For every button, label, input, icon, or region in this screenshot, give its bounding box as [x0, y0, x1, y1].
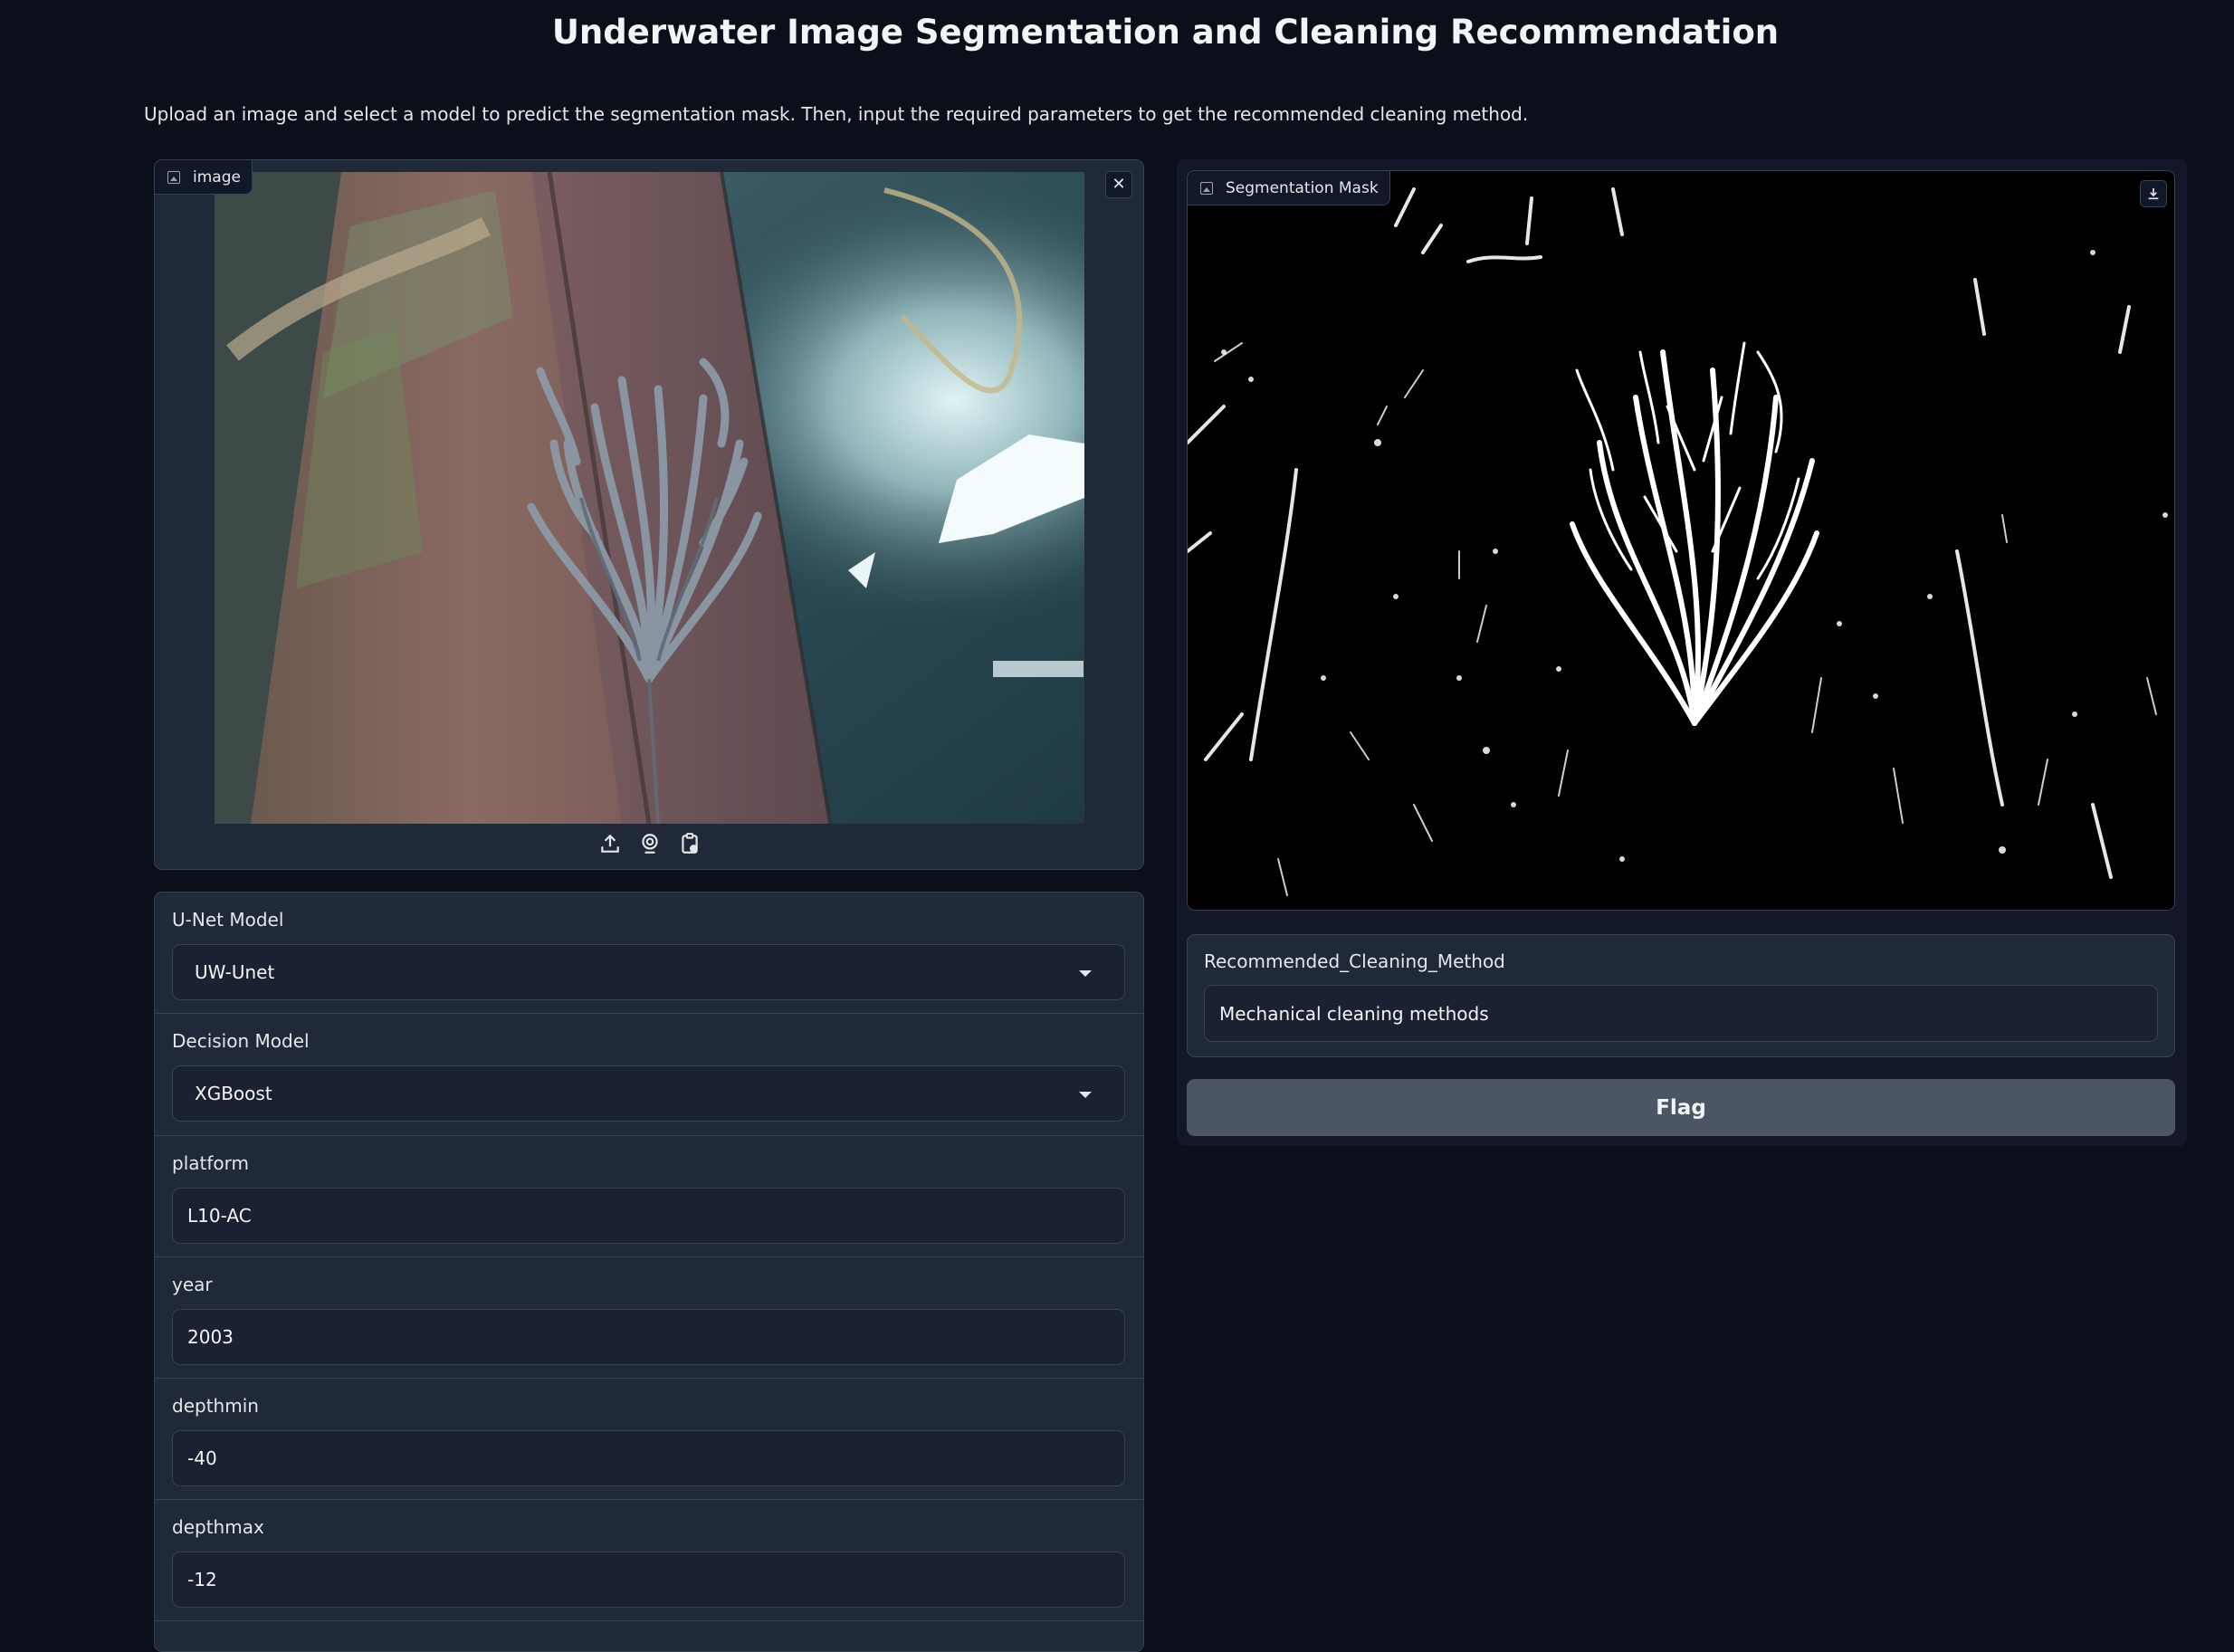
- unet-model-dropdown[interactable]: UW-Unet: [172, 944, 1125, 1000]
- clipboard-icon: [682, 833, 698, 854]
- depthmin-input[interactable]: -40: [172, 1430, 1125, 1486]
- page-description: Upload an image and select a model to pr…: [144, 103, 1529, 125]
- depthmax-input[interactable]: -12: [172, 1552, 1125, 1608]
- mask-output-label-text: Segmentation Mask: [1226, 178, 1379, 197]
- image-icon: [1200, 181, 1213, 195]
- depthmin-label: depthmin: [172, 1395, 259, 1417]
- page-title: Underwater Image Segmentation and Cleani…: [551, 13, 1780, 52]
- recommendation-output: Recommended_Cleaning_Method Mechanical c…: [1187, 934, 2175, 1057]
- year-label: year: [172, 1274, 213, 1295]
- recommendation-label: Recommended_Cleaning_Method: [1204, 950, 1505, 972]
- image-icon: [167, 170, 180, 184]
- recommendation-value[interactable]: Mechanical cleaning methods: [1204, 985, 2158, 1042]
- segmentation-mask-image: [1188, 171, 2174, 910]
- chevron-down-icon: [1079, 970, 1092, 977]
- upload-icon: [601, 834, 619, 853]
- image-input-label: image: [155, 160, 253, 195]
- clear-image-button[interactable]: ✕: [1105, 171, 1132, 198]
- unet-model-value: UW-Unet: [195, 961, 275, 983]
- inputs-column: image ✕ U-Net Model UW-Unet Decision Mod…: [154, 159, 1144, 1652]
- flag-button[interactable]: Flag: [1187, 1079, 2175, 1136]
- parameters-panel: U-Net Model UW-Unet Decision Model XGBoo…: [154, 892, 1144, 1652]
- platform-input[interactable]: L10-AC: [172, 1188, 1125, 1244]
- webcam-source-button[interactable]: [637, 831, 663, 856]
- chevron-down-icon: [1079, 1092, 1092, 1098]
- segmentation-mask-output: Segmentation Mask: [1187, 170, 2175, 911]
- depthmin-field: depthmin -40: [155, 1379, 1143, 1500]
- image-source-toolbar: [155, 826, 1143, 862]
- outputs-column: Segmentation Mask Recommended_Cleaning_M…: [1177, 159, 2187, 1146]
- image-input-label-text: image: [193, 167, 241, 186]
- mask-output-label: Segmentation Mask: [1188, 171, 1390, 205]
- decision-model-field: Decision Model XGBoost: [155, 1014, 1143, 1136]
- download-icon: [2148, 188, 2159, 200]
- depthmax-label: depthmax: [172, 1516, 264, 1538]
- uploaded-image: [215, 172, 1084, 824]
- image-input[interactable]: image ✕: [154, 159, 1144, 870]
- webcam-icon: [642, 834, 658, 854]
- year-field: year 2003: [155, 1257, 1143, 1379]
- decision-model-value: XGBoost: [195, 1083, 272, 1104]
- decision-model-label: Decision Model: [172, 1030, 310, 1052]
- decision-model-dropdown[interactable]: XGBoost: [172, 1065, 1125, 1122]
- platform-label: platform: [172, 1152, 249, 1174]
- unet-model-label: U-Net Model: [172, 909, 284, 931]
- platform-field: platform L10-AC: [155, 1136, 1143, 1257]
- download-mask-button[interactable]: [2140, 180, 2167, 207]
- upload-source-button[interactable]: [597, 831, 623, 856]
- unet-model-field: U-Net Model UW-Unet: [155, 893, 1143, 1014]
- depthmax-field: depthmax -12: [155, 1500, 1143, 1621]
- close-icon: ✕: [1112, 175, 1126, 194]
- year-input[interactable]: 2003: [172, 1309, 1125, 1365]
- clipboard-source-button[interactable]: [677, 831, 702, 856]
